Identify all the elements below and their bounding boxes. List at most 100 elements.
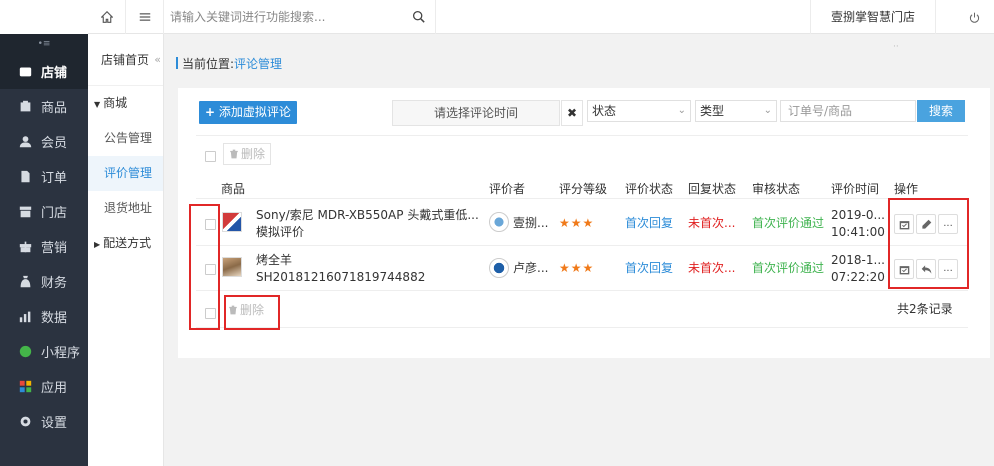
- review-status[interactable]: 首次回复: [625, 260, 673, 277]
- sidebar-item-data[interactable]: 数据: [0, 299, 88, 334]
- marketing-icon: [18, 240, 32, 254]
- sidebar-item-label: 小程序: [41, 346, 81, 361]
- breadcrumb-current[interactable]: 评论管理: [234, 57, 282, 71]
- sidebar-item-order[interactable]: 订单: [0, 159, 88, 194]
- divider: [196, 135, 968, 136]
- settings-icon: [18, 415, 32, 429]
- audit-button[interactable]: [894, 214, 914, 234]
- order-search-input[interactable]: [780, 100, 916, 122]
- status-select[interactable]: 状态 ⌄: [587, 100, 691, 122]
- product-subtitle: SH20181216071819744882: [256, 270, 426, 284]
- product-thumbnail[interactable]: [222, 212, 242, 232]
- divider: [196, 198, 968, 199]
- sidebar-item-marketing[interactable]: 营销: [0, 229, 88, 264]
- reply-status: 未首次...: [688, 261, 736, 275]
- function-search-input[interactable]: [170, 9, 410, 24]
- sidebar-item-miniapp[interactable]: 小程序: [0, 334, 88, 369]
- calendar-check-icon: [899, 265, 909, 274]
- divider: [196, 327, 968, 328]
- delete-label: 删除: [240, 303, 265, 317]
- select-all-checkbox-top[interactable]: [205, 151, 216, 162]
- reply-icon: [921, 264, 931, 274]
- product-thumbnail[interactable]: [222, 257, 242, 277]
- chevron-down-icon: ⌄: [763, 105, 772, 116]
- select-all-checkbox-bottom[interactable]: [205, 308, 216, 319]
- add-virtual-review-button[interactable]: + 添加虚拟评论: [199, 101, 297, 124]
- sidebar-item-label: 会员: [41, 136, 68, 151]
- sidebar-item-settings[interactable]: 设置: [0, 404, 88, 439]
- edit-button[interactable]: [916, 214, 936, 234]
- review-date: 2018-1...: [831, 253, 885, 267]
- store-home-link[interactable]: 店铺首页 «: [88, 34, 163, 86]
- submenu-collapse-icon[interactable]: «: [154, 34, 161, 86]
- store-name[interactable]: 壹捌掌智慧门店: [809, 0, 936, 34]
- menu-button[interactable]: [126, 0, 164, 34]
- sidebar-item-label: 订单: [41, 171, 68, 186]
- header-reply-status: 回复状态: [688, 182, 737, 196]
- sidebar-item-goods[interactable]: 商品: [0, 89, 88, 124]
- reviewer-name: 壹捌...: [513, 216, 549, 230]
- submenu-item-return-address[interactable]: 退货地址: [88, 191, 163, 226]
- delete-button-top[interactable]: 删除: [223, 143, 272, 165]
- more-icon: ...: [943, 263, 953, 274]
- sidebar-item-finance[interactable]: 财务: [0, 264, 88, 299]
- home-icon: [100, 10, 113, 23]
- reply-button[interactable]: [916, 259, 936, 279]
- home-button[interactable]: [88, 0, 126, 34]
- review-status[interactable]: 首次回复: [625, 215, 673, 232]
- more-icon: ...: [943, 218, 953, 229]
- sidebar-item-shop[interactable]: 门店: [0, 194, 88, 229]
- row-checkbox[interactable]: [205, 219, 216, 230]
- top-bar: 壹捌掌智慧门店: [88, 0, 994, 34]
- store-home-label: 店铺首页: [101, 53, 150, 67]
- sidebar-item-label: 应用: [41, 381, 68, 396]
- pencil-icon: [921, 219, 931, 229]
- more-button[interactable]: ...: [938, 214, 958, 234]
- submenu-group-delivery[interactable]: ▶ 配送方式: [88, 226, 163, 261]
- review-time: 07:22:20: [831, 270, 885, 284]
- audit-button[interactable]: [894, 259, 914, 279]
- reviewer-name: 卢彦...: [513, 261, 549, 275]
- audit-status: 首次评价通过: [752, 216, 825, 230]
- type-select[interactable]: 类型 ⌄: [695, 100, 777, 122]
- star-rating: ★★★: [559, 216, 595, 230]
- sidebar-collapse-toggle[interactable]: •≡: [0, 34, 88, 54]
- power-icon: [969, 12, 979, 23]
- submenu-group-mall[interactable]: ▼ 商城: [88, 86, 163, 121]
- product-name[interactable]: 烤全羊: [256, 252, 292, 269]
- secondary-menu: 店铺首页 « ▼ 商城 公告管理 评价管理 退货地址 ▶ 配送方式: [88, 34, 164, 466]
- clear-date-icon[interactable]: ✖: [561, 100, 583, 126]
- trash-icon: [230, 149, 238, 159]
- submenu-item-notice[interactable]: 公告管理: [88, 121, 163, 156]
- search-icon[interactable]: [412, 10, 425, 26]
- review-panel: + 添加虚拟评论 请选择评论时间 ✖ 状态 ⌄ 类型 ⌄ 搜索 删除 商品 评价…: [178, 88, 990, 358]
- delete-button-bottom[interactable]: 删除: [223, 300, 269, 322]
- order-icon: [18, 170, 32, 184]
- sidebar-item-member[interactable]: 会员: [0, 124, 88, 159]
- more-button[interactable]: ...: [938, 259, 958, 279]
- divider: [196, 245, 968, 246]
- delete-label: 删除: [241, 147, 266, 161]
- header-actions: 操作: [894, 182, 919, 196]
- breadcrumb-prefix: 当前位置:: [182, 57, 235, 71]
- row-checkbox[interactable]: [205, 264, 216, 275]
- logout-button[interactable]: [954, 0, 994, 34]
- finance-icon: [18, 275, 32, 289]
- header-product: 商品: [221, 182, 246, 196]
- shop-icon: [18, 205, 32, 219]
- header-reviewer: 评价者: [489, 182, 526, 196]
- calendar-check-icon: [899, 220, 909, 229]
- sidebar-item-store[interactable]: 店铺: [0, 54, 88, 89]
- submenu-item-reviews[interactable]: 评价管理: [88, 156, 163, 191]
- product-name[interactable]: Sony/索尼 MDR-XB550AP 头戴式重低...: [256, 207, 479, 224]
- header-review-time: 评价时间: [831, 182, 880, 196]
- header-review-status: 评价状态: [625, 182, 674, 196]
- apps-icon: [18, 380, 32, 394]
- status-select-value: 状态: [592, 104, 617, 118]
- store-icon: [18, 65, 32, 79]
- logo-area: [0, 0, 88, 34]
- search-button[interactable]: 搜索: [917, 100, 965, 122]
- plus-icon: +: [205, 105, 216, 119]
- review-date-picker[interactable]: 请选择评论时间: [392, 100, 560, 126]
- sidebar-item-apps[interactable]: 应用: [0, 369, 88, 404]
